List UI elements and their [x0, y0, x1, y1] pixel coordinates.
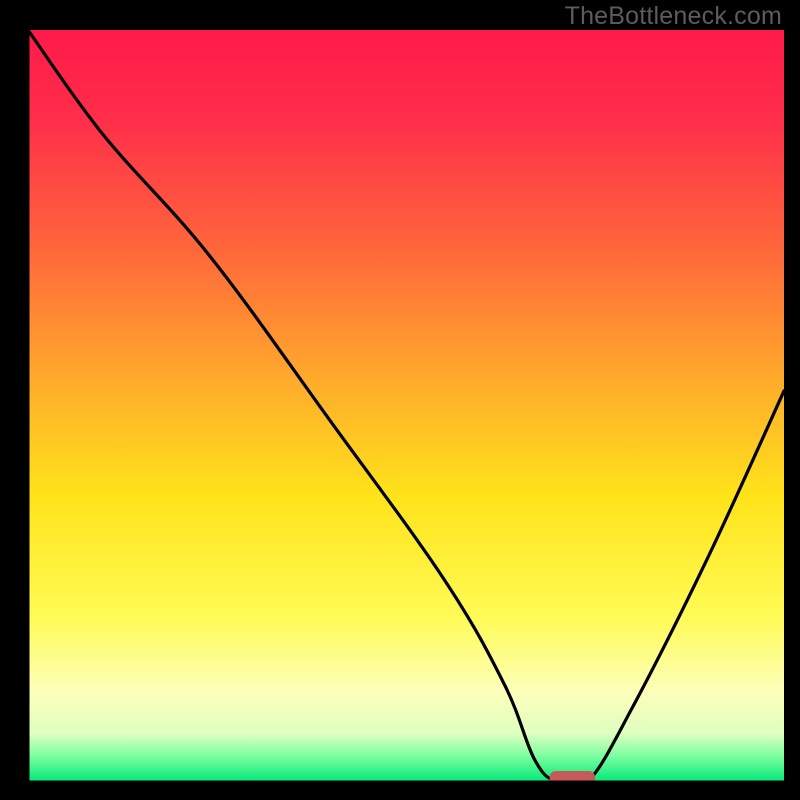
watermark-text: TheBottleneck.com	[565, 2, 782, 31]
plot-background	[28, 30, 784, 782]
chart-frame: TheBottleneck.com	[0, 0, 800, 800]
chart-svg	[0, 0, 800, 800]
